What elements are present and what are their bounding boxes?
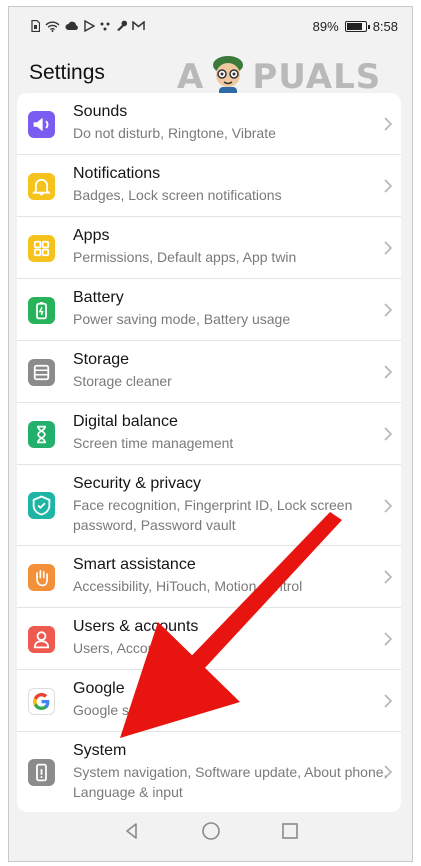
home-icon[interactable]	[201, 821, 221, 841]
dots-icon	[100, 22, 110, 31]
settings-row-subtitle: Power saving mode, Battery usage	[73, 311, 291, 327]
phone-screen: 89% 8:58 Settings A PUALS Sounds Do not d…	[8, 6, 413, 862]
speaker-icon	[28, 111, 55, 138]
play-icon	[84, 20, 95, 32]
settings-row-label: Smart assistance	[73, 556, 196, 573]
page-title: Settings	[29, 61, 105, 84]
chevron-right-icon	[384, 499, 393, 513]
chevron-right-icon	[384, 765, 393, 779]
settings-row-users-accounts[interactable]: Users & accounts Users, Accounts	[17, 608, 401, 670]
status-bar: 89% 8:58	[9, 7, 412, 45]
chevron-right-icon	[384, 365, 393, 379]
shield-icon	[28, 492, 55, 519]
settings-row-digital-balance[interactable]: Digital balance Screen time management	[17, 403, 401, 465]
settings-row-google[interactable]: Google Google services	[17, 670, 401, 732]
settings-row-notifications[interactable]: Notifications Badges, Lock screen notific…	[17, 155, 401, 217]
sim-icon	[31, 20, 40, 32]
settings-row-security-privacy[interactable]: Security & privacy Face recognition, Fing…	[17, 465, 401, 546]
hand-icon	[28, 564, 55, 591]
phone-info-icon	[28, 759, 55, 786]
recents-icon[interactable]	[281, 822, 299, 840]
settings-row-subtitle: Do not disturb, Ringtone, Vibrate	[73, 125, 276, 141]
settings-row-subtitle: Storage cleaner	[73, 373, 172, 389]
settings-row-smart-assistance[interactable]: Smart assistance Accessibility, HiTouch, …	[17, 546, 401, 608]
hourglass-icon	[28, 421, 55, 448]
bell-icon	[28, 173, 55, 200]
settings-row-label: Notifications	[73, 165, 161, 182]
chevron-right-icon	[384, 303, 393, 317]
cloud-icon	[65, 21, 78, 30]
settings-row-text: Google Google services	[73, 679, 391, 720]
settings-row-subtitle: Accessibility, HiTouch, Motion control	[73, 578, 303, 594]
settings-row-text: Smart assistance Accessibility, HiTouch, …	[73, 555, 391, 596]
settings-row-text: Storage Storage cleaner	[73, 350, 391, 391]
storage-icon	[28, 359, 55, 386]
battery-level-icon	[344, 20, 370, 32]
settings-row-subtitle: Users, Accounts	[73, 640, 175, 656]
google-icon	[28, 688, 55, 715]
settings-row-text: Battery Power saving mode, Battery usage	[73, 288, 391, 329]
chevron-right-icon	[384, 427, 393, 441]
status-right: 89% 8:58	[313, 19, 398, 34]
wifi-icon	[45, 21, 60, 32]
chevron-right-icon	[384, 117, 393, 131]
settings-row-label: Security & privacy	[73, 475, 202, 492]
battery-percent: 89%	[312, 18, 339, 34]
gmail-icon	[132, 21, 145, 30]
watermark-text: PUALS	[252, 57, 382, 97]
settings-row-label: Apps	[73, 227, 110, 244]
settings-row-text: Apps Permissions, Default apps, App twin	[73, 226, 391, 267]
settings-row-label: Storage	[73, 351, 130, 368]
watermark-letter: A	[177, 57, 205, 97]
settings-row-battery[interactable]: Battery Power saving mode, Battery usage	[17, 279, 401, 341]
chevron-right-icon	[384, 632, 393, 646]
settings-row-text: Sounds Do not disturb, Ringtone, Vibrate	[73, 102, 391, 143]
battery-icon	[28, 297, 55, 324]
back-icon[interactable]	[123, 822, 141, 840]
settings-row-system[interactable]: System System navigation, Software update…	[17, 732, 401, 812]
settings-list: Sounds Do not disturb, Ringtone, Vibrate N…	[17, 93, 401, 812]
settings-row-text: System System navigation, Software update…	[73, 741, 391, 802]
chevron-right-icon	[384, 179, 393, 193]
settings-row-subtitle: System navigation, Software update, Abou…	[73, 764, 388, 800]
settings-row-apps[interactable]: Apps Permissions, Default apps, App twin	[17, 217, 401, 279]
chevron-right-icon	[384, 241, 393, 255]
settings-row-text: Digital balance Screen time management	[73, 412, 391, 453]
status-icons	[31, 20, 145, 32]
settings-row-subtitle: Google services	[73, 702, 174, 718]
settings-row-label: Users & accounts	[73, 618, 199, 635]
settings-row-label: System	[73, 742, 127, 759]
settings-row-subtitle: Badges, Lock screen notifications	[73, 187, 282, 203]
settings-row-storage[interactable]: Storage Storage cleaner	[17, 341, 401, 403]
settings-row-text: Users & accounts Users, Accounts	[73, 617, 391, 658]
settings-row-subtitle: Permissions, Default apps, App twin	[73, 249, 297, 265]
settings-row-subtitle: Face recognition, Fingerprint ID, Lock s…	[73, 497, 353, 533]
wrench-icon	[117, 20, 127, 31]
settings-row-sounds[interactable]: Sounds Do not disturb, Ringtone, Vibrate	[17, 93, 401, 155]
clock: 8:58	[372, 18, 398, 34]
chevron-right-icon	[384, 694, 393, 708]
navigation-bar	[9, 801, 412, 861]
chevron-right-icon	[384, 570, 393, 584]
settings-row-label: Digital balance	[73, 413, 178, 430]
user-icon	[28, 626, 55, 653]
settings-row-label: Google	[73, 680, 125, 697]
settings-row-label: Sounds	[73, 103, 128, 120]
settings-row-subtitle: Screen time management	[73, 435, 234, 451]
apps-grid-icon	[28, 235, 55, 262]
settings-row-label: Battery	[73, 289, 124, 306]
settings-row-text: Notifications Badges, Lock screen notific…	[73, 164, 391, 205]
settings-row-text: Security & privacy Face recognition, Fing…	[73, 474, 391, 535]
